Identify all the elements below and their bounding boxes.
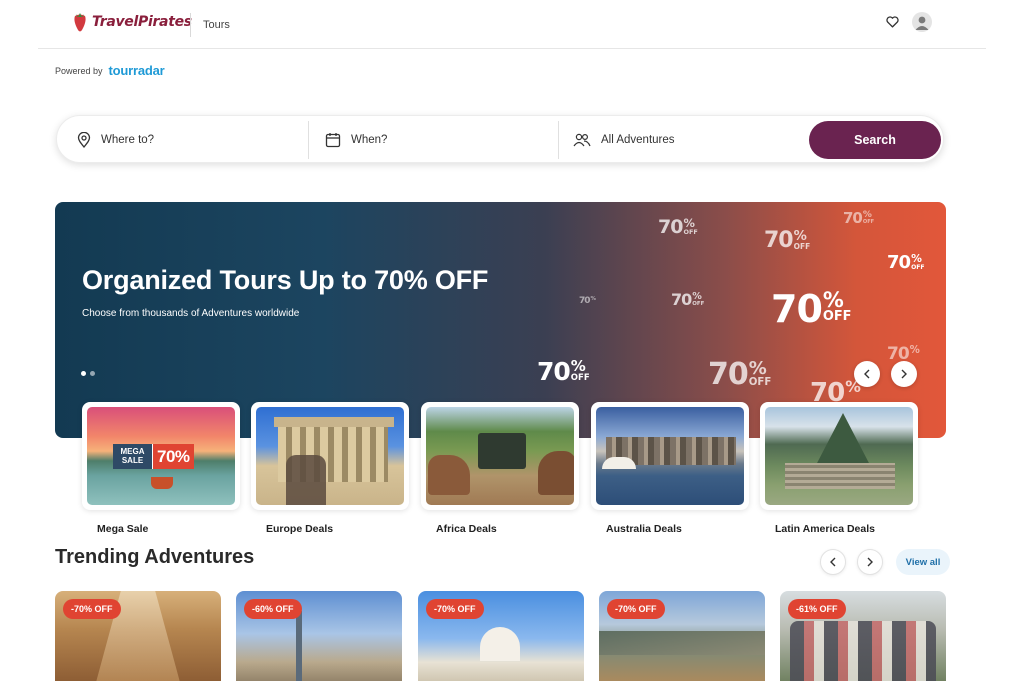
trending-card[interactable]: -70% OFF	[55, 591, 221, 681]
search-separator	[558, 121, 559, 159]
deal-image-frame	[251, 402, 409, 510]
discount-70-badge: 70% OFF	[537, 357, 590, 386]
deal-label: Latin America Deals	[775, 523, 875, 535]
tower-image	[296, 611, 302, 681]
europe-deals-image	[256, 407, 404, 505]
trending-card[interactable]: -60% OFF	[236, 591, 402, 681]
when-input[interactable]: When?	[351, 134, 387, 146]
chevron-right-icon	[867, 557, 873, 567]
trending-card[interactable]: -70% OFF	[418, 591, 584, 681]
opera-house	[602, 457, 636, 469]
safari-jeep	[478, 433, 526, 469]
powered-by: Powered by tourradar	[55, 63, 165, 78]
discount-70-badge: 70% OFF	[658, 216, 698, 238]
deal-card-latin-america[interactable]: Latin America Deals	[760, 402, 918, 535]
brand-name: TravelPirates	[92, 14, 192, 30]
user-account-button[interactable]	[912, 12, 932, 32]
group-photo-image	[790, 621, 936, 681]
carousel-dot[interactable]	[90, 371, 95, 376]
people-icon	[573, 133, 591, 147]
trending-prev-button[interactable]	[820, 549, 846, 575]
view-all-link[interactable]: View all	[896, 549, 950, 575]
section-label[interactable]: Tours	[203, 19, 230, 31]
mega-sale-badge: MEGA SALE 70%	[113, 444, 194, 469]
discount-70-badge: 70%	[579, 296, 596, 306]
temple-roof	[274, 417, 394, 427]
chevron-right-icon	[901, 369, 907, 379]
deal-image-frame: MEGA SALE 70%	[82, 402, 240, 510]
discount-70-badge: 70% OFF	[671, 290, 705, 309]
discount-70-badge: 70% OFF	[887, 252, 925, 273]
heart-icon	[885, 16, 899, 28]
discount-70-badge: 70% OFF	[843, 209, 875, 227]
search-bar: Where to? When? All Adventures Search	[56, 115, 944, 163]
adventures-select[interactable]: All Adventures	[601, 134, 675, 146]
discount-70-badge: 70% OFF	[708, 357, 772, 392]
powered-by-label: Powered by	[55, 65, 103, 76]
favorites-button[interactable]	[883, 13, 901, 31]
deal-card-europe[interactable]: Europe Deals	[251, 402, 409, 535]
ruins	[785, 463, 895, 489]
strawberry-logo-icon	[72, 11, 88, 33]
trending-title: Trending Adventures	[55, 546, 255, 568]
search-separator	[308, 121, 309, 159]
where-field[interactable]: Where to?	[77, 116, 307, 164]
discount-badge: -70% OFF	[426, 599, 484, 619]
trending-card[interactable]: -61% OFF	[780, 591, 946, 681]
site-header: TravelPirates Tours	[38, 0, 986, 49]
deal-label: Europe Deals	[266, 523, 334, 535]
discount-70-badge: 70% OFF	[764, 228, 811, 253]
trending-card[interactable]: -70% OFF	[599, 591, 765, 681]
mountain-peak	[815, 413, 871, 467]
deal-label: Mega Sale	[97, 523, 149, 535]
banner-subtitle: Choose from thousands of Adventures worl…	[82, 308, 300, 319]
discount-badge: -70% OFF	[63, 599, 121, 619]
location-pin-icon	[77, 132, 91, 148]
deal-image-frame	[760, 402, 918, 510]
elephant-left	[428, 455, 470, 495]
discount-badge: -60% OFF	[244, 599, 302, 619]
deal-label: Africa Deals	[436, 523, 497, 535]
user-icon	[915, 16, 929, 30]
discount-badge: -70% OFF	[607, 599, 665, 619]
travelpirates-logo[interactable]: TravelPirates	[72, 7, 192, 37]
tourradar-logo[interactable]: tourradar	[109, 63, 165, 78]
deal-label: Australia Deals	[606, 523, 682, 535]
banner-title: Organized Tours Up to 70% OFF	[82, 265, 489, 295]
mega-sale-image: MEGA SALE 70%	[87, 407, 235, 505]
hills-image	[599, 631, 765, 655]
discount-badge: -61% OFF	[788, 599, 846, 619]
carousel-dot-active[interactable]	[81, 371, 86, 376]
australia-deals-image	[596, 407, 744, 505]
adventures-field[interactable]: All Adventures	[573, 116, 803, 164]
deal-card-africa[interactable]: Africa Deals	[421, 402, 579, 535]
banner-prev-button[interactable]	[854, 361, 880, 387]
where-input[interactable]: Where to?	[101, 134, 154, 146]
calendar-icon	[325, 133, 341, 148]
elephant-right	[538, 451, 574, 495]
header-divider	[190, 13, 191, 37]
search-button[interactable]: Search	[809, 121, 941, 159]
deal-image-frame	[421, 402, 579, 510]
deal-card-mega-sale[interactable]: MEGA SALE 70% Mega Sale	[82, 402, 240, 535]
latin-america-deals-image	[765, 407, 913, 505]
discount-70-badge-large: 70% OFF	[771, 287, 852, 331]
boat-shape	[151, 477, 173, 489]
deal-card-australia[interactable]: Australia Deals	[591, 402, 749, 535]
trending-next-button[interactable]	[857, 549, 883, 575]
when-field[interactable]: When?	[325, 116, 555, 164]
chevron-left-icon	[864, 369, 870, 379]
banner-next-button[interactable]	[891, 361, 917, 387]
taj-mahal-image	[480, 627, 520, 661]
deal-image-frame	[591, 402, 749, 510]
travellers	[286, 455, 326, 505]
africa-deals-image	[426, 407, 574, 505]
carousel-dots	[81, 371, 95, 376]
chevron-left-icon	[830, 557, 836, 567]
